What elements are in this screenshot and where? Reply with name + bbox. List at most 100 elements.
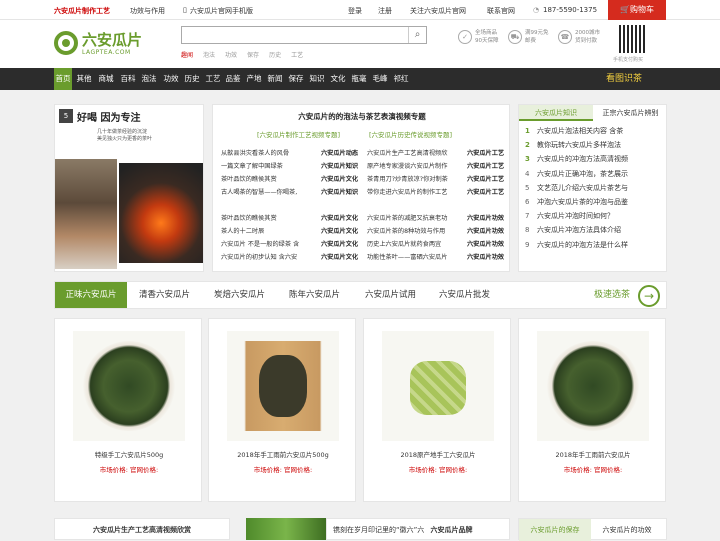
bottom-article[interactable]: 镌刻在岁月印记里的“徽六”六 六安瓜片品牌	[326, 518, 510, 540]
nav-item[interactable]: 新闻	[266, 68, 284, 90]
nav-item[interactable]: 其他	[75, 68, 93, 90]
nav-item[interactable]: 知识	[308, 68, 326, 90]
article-topic[interactable]: 六安瓜片功效	[467, 227, 504, 237]
hot-keyword[interactable]: 工艺	[291, 52, 303, 59]
follow-link[interactable]: 关注六安瓜片官网	[410, 6, 466, 16]
article-topic[interactable]: 六安瓜片功效	[467, 214, 504, 224]
video-topic-link[interactable]: [六安瓜片制作工艺视频专题]	[257, 129, 340, 139]
nav-item[interactable]: 文化	[329, 68, 347, 90]
nav-item[interactable]: 泡法	[140, 68, 158, 90]
category-tab[interactable]: 陈年六安瓜片	[289, 282, 340, 308]
promo-banner[interactable]: 5 好喝 因为专注 几十年做茶经验的沉淀 美见独火只为更香的茶叶	[54, 104, 204, 272]
nav-item[interactable]: 品鉴	[224, 68, 242, 90]
article-category[interactable]: 六安瓜片文化	[321, 253, 358, 263]
knowledge-item[interactable]: 1 六安瓜片泡法相关内容 含茶	[525, 125, 623, 137]
article-link[interactable]: 功能性茶叶——富硒六安瓜片	[367, 253, 463, 263]
product-name[interactable]: 特级手工六安瓜片500g	[55, 449, 203, 459]
article-link[interactable]	[221, 201, 311, 211]
product-name[interactable]: 2018年手工雨前六安瓜片500g	[209, 449, 357, 459]
article-link[interactable]: 六安瓜片的初步认知 含六安	[221, 253, 311, 263]
knowledge-item[interactable]: 7 六安瓜片冲泡时间如何？	[525, 210, 614, 222]
top-link-efficacy[interactable]: 功效与作用	[130, 6, 165, 16]
nav-item[interactable]: 工艺	[204, 68, 222, 90]
cart-button[interactable]: 🛒购物车	[608, 0, 666, 20]
tab-identify[interactable]: 正宗六安瓜片辨别	[593, 105, 668, 121]
category-tab[interactable]: 清香六安瓜片	[139, 282, 190, 308]
bottom-video-title[interactable]: 六安瓜片生产工艺高清视频欣赏	[54, 518, 230, 540]
product-image[interactable]	[73, 331, 185, 441]
article-link[interactable]: 原产地专家漫谈六安瓜片制作	[367, 162, 463, 172]
nav-item[interactable]: 毛峰	[371, 68, 389, 90]
article-link[interactable]: 茶叶品饮的瞧侯其赏	[221, 175, 311, 185]
article-link[interactable]: 茶叶品饮的瞧侯其赏	[221, 214, 311, 224]
knowledge-item[interactable]: 8 六安瓜片冲泡方法具体介绍	[525, 224, 621, 236]
article-link[interactable]: 从歙县洪灾看茶人的风骨	[221, 149, 311, 159]
article-category[interactable]: 六安瓜片知识	[321, 162, 358, 172]
nav-item[interactable]: 功效	[162, 68, 180, 90]
panel-title[interactable]: 六安瓜片的的泡法与茶艺表演视频专题	[213, 111, 511, 122]
article-link[interactable]: 六安瓜片生产工艺高清视频欣	[367, 149, 463, 159]
category-tab[interactable]: 六安瓜片批发	[439, 282, 490, 308]
product-card[interactable]: 特级手工六安瓜片500g 市场价格: 官网价格:	[54, 318, 202, 502]
article-category[interactable]: 六安瓜片文化	[321, 175, 358, 185]
nav-item[interactable]: 百科	[119, 68, 137, 90]
nav-item-home[interactable]: 首页	[54, 68, 72, 90]
product-image[interactable]	[382, 331, 494, 441]
knowledge-item[interactable]: 6 冲泡六安瓜片茶的冲泡与品鉴	[525, 196, 628, 208]
product-name[interactable]: 2018年手工雨前六安瓜片	[519, 449, 667, 459]
article-topic[interactable]: 六安瓜片工艺	[467, 162, 504, 172]
search-input[interactable]	[182, 31, 408, 48]
knowledge-item[interactable]: 2 教你玩转六安瓜片多样泡法	[525, 139, 621, 151]
article-topic[interactable]: 六安瓜片工艺	[467, 188, 504, 198]
hot-keyword[interactable]: 泡法	[203, 52, 215, 59]
search-button[interactable]: ⌕	[408, 27, 426, 43]
nav-item[interactable]: 历史	[183, 68, 201, 90]
article-topic[interactable]: 六安瓜片工艺	[467, 149, 504, 159]
nav-item[interactable]: 产地	[245, 68, 263, 90]
product-image[interactable]	[227, 331, 339, 441]
article-topic[interactable]: 六安瓜片功效	[467, 240, 504, 250]
article-category[interactable]: 六安瓜片文化	[321, 214, 358, 224]
article-link[interactable]: 带你走进六安瓜片的制作工艺	[367, 188, 463, 198]
quick-select-link[interactable]: 极速选茶	[594, 282, 630, 308]
hot-keyword[interactable]: 趣闻	[181, 52, 193, 59]
article-link[interactable]: 六安瓜片茶的8种功效与作用	[367, 227, 463, 237]
article-link[interactable]: 古人喝茶的智慧——你喝茶,	[221, 188, 311, 198]
knowledge-item[interactable]: 4 六安瓜片正确冲泡，茶艺展示	[525, 168, 628, 180]
nav-item[interactable]: 祁红	[392, 68, 410, 90]
article-category[interactable]: 六安瓜片文化	[321, 240, 358, 250]
hot-keyword[interactable]: 功效	[225, 52, 237, 59]
category-tab[interactable]: 六安瓜片试用	[365, 282, 416, 308]
product-name[interactable]: 2018原产地手工六安瓜片	[364, 449, 512, 459]
contact-link[interactable]: 联系官网	[487, 6, 515, 16]
knowledge-item[interactable]: 9 六安瓜片的冲泡方法是什么样	[525, 239, 628, 251]
product-image[interactable]	[537, 331, 649, 441]
knowledge-item[interactable]: 5 文艺范儿介绍六安瓜片茶艺与	[525, 182, 628, 194]
article-link[interactable]: 六安瓜片茶的减肥又抗衰老功	[367, 214, 463, 224]
product-card[interactable]: 2018年手工雨前六安瓜片500g 市场价格: 官网价格:	[208, 318, 356, 502]
video-topic-link[interactable]: [六安瓜片历史传说视频专题]	[369, 129, 452, 139]
hot-keyword[interactable]: 保存	[247, 52, 259, 59]
article-link[interactable]: 茶青用刀?炒青放凉?你对制茶	[367, 175, 463, 185]
register-link[interactable]: 注册	[378, 6, 392, 16]
article-category[interactable]: 六安瓜片动态	[321, 149, 358, 159]
article-topic[interactable]: 六安瓜片功效	[467, 253, 504, 263]
article-topic[interactable]: 六安瓜片工艺	[467, 175, 504, 185]
login-link[interactable]: 登录	[348, 6, 362, 16]
tab-efficacy[interactable]: 六安瓜片的功效	[591, 519, 663, 541]
article-link[interactable]: 六安瓜片 不是一般的绿茶 含	[221, 240, 311, 250]
article-category[interactable]: 六安瓜片知识	[321, 188, 358, 198]
nav-item[interactable]: 保存	[287, 68, 305, 90]
logo[interactable]: 六安瓜片 LAGPTEA.COM	[54, 29, 146, 59]
tab-knowledge[interactable]: 六安瓜片知识	[519, 105, 593, 121]
article-link[interactable]: 一篇文章了解中国绿茶	[221, 162, 311, 172]
article-link[interactable]: 历史上六安瓜片就药食两宜	[367, 240, 463, 250]
article-link[interactable]: 茶人的十二时辰	[221, 227, 311, 237]
arrow-right-icon[interactable]: →	[638, 285, 660, 307]
product-card[interactable]: 2018原产地手工六安瓜片 市场价格: 官网价格:	[363, 318, 511, 502]
brand-link[interactable]: 六安瓜片制作工艺	[54, 6, 110, 16]
nav-item[interactable]: 商城	[97, 68, 115, 90]
category-tab[interactable]: 正味六安瓜片	[55, 282, 127, 308]
article-link[interactable]	[367, 201, 463, 211]
category-tab[interactable]: 炭焙六安瓜片	[214, 282, 265, 308]
